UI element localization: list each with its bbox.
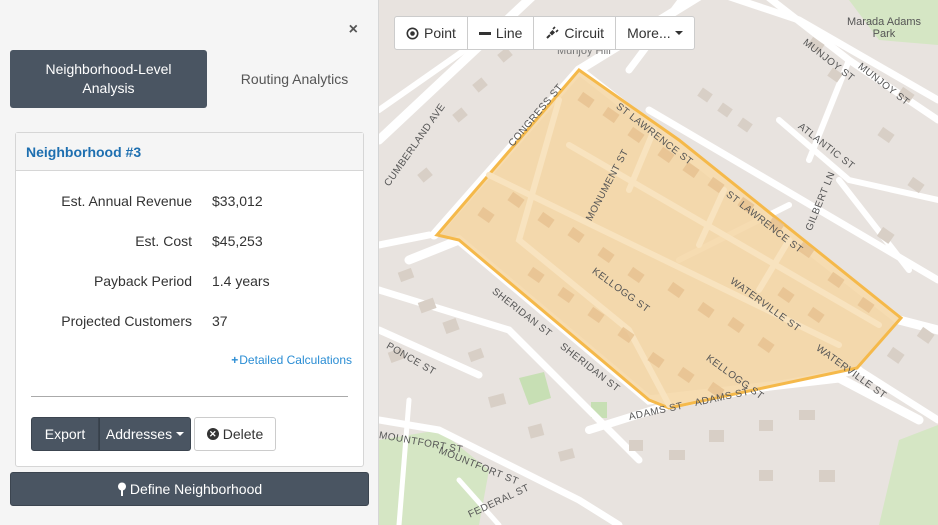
point-tool-button[interactable]: Point [395, 17, 468, 49]
map-draw-toolbar: Point Line Circuit More... [394, 16, 695, 50]
line-tool-button[interactable]: Line [468, 17, 535, 49]
park-patch [519, 372, 551, 405]
stat-value: 37 [212, 313, 228, 329]
dot-circle-icon [406, 27, 419, 40]
stat-label: Projected Customers [61, 313, 192, 329]
point-tool-label: Point [424, 25, 456, 41]
more-tools-label: More... [627, 25, 671, 41]
addresses-dropdown-button[interactable]: Addresses [99, 417, 191, 451]
line-tool-label: Line [495, 25, 523, 41]
define-neighborhood-button[interactable]: Define Neighborhood [10, 472, 369, 506]
sidebar: × Neighborhood-Level Analysis Routing An… [0, 0, 379, 525]
remove-circle-icon: ✕ [206, 428, 219, 440]
circuit-tool-label: Circuit [564, 25, 605, 41]
stat-label: Est. Annual Revenue [61, 193, 192, 209]
neighborhood-panel: Neighborhood #3 Est. Annual Revenue $33,… [15, 132, 364, 467]
close-icon[interactable]: × [349, 22, 358, 38]
stat-row-customers: Projected Customers 37 [16, 301, 363, 341]
neighborhood-title[interactable]: Neighborhood #3 [26, 144, 141, 160]
tab-routing-analytics[interactable]: Routing Analytics [217, 50, 372, 108]
analysis-tabs: Neighborhood-Level Analysis Routing Anal… [10, 50, 369, 108]
stat-value: $33,012 [212, 193, 263, 209]
circuit-tool-button[interactable]: Circuit [534, 17, 617, 49]
delete-button[interactable]: ✕ Delete [194, 417, 276, 451]
stat-value: $45,253 [212, 233, 263, 249]
stats-list: Est. Annual Revenue $33,012 Est. Cost $4… [16, 181, 363, 341]
divider [31, 396, 348, 397]
map-marker-icon [117, 482, 127, 496]
export-button[interactable]: Export [31, 417, 99, 451]
stat-row-revenue: Est. Annual Revenue $33,012 [16, 181, 363, 221]
minus-icon [478, 27, 491, 39]
tab-neighborhood-level-analysis[interactable]: Neighborhood-Level Analysis [10, 50, 207, 108]
export-button-group: Export Addresses [31, 417, 191, 451]
define-neighborhood-label: Define Neighborhood [129, 481, 263, 497]
delete-label: Delete [222, 426, 264, 442]
plus-icon: + [231, 353, 239, 367]
caret-down-icon [176, 432, 185, 436]
detailed-calculations-link[interactable]: +Detailed Calculations [231, 353, 352, 367]
stat-row-payback: Payback Period 1.4 years [16, 261, 363, 301]
map-canvas[interactable]: Marada Adams Park MUNJOY ST MUNJOY ST AT… [379, 0, 938, 525]
stat-label: Payback Period [93, 273, 192, 289]
plug-icon [545, 26, 559, 40]
panel-header: Neighborhood #3 [16, 133, 363, 171]
stat-row-cost: Est. Cost $45,253 [16, 221, 363, 261]
addresses-label: Addresses [105, 426, 173, 442]
park-label-marada-adams: Marada Adams Park [847, 16, 921, 40]
stat-label: Est. Cost [135, 233, 192, 249]
caret-down-icon [674, 31, 683, 35]
park-area-se [879, 425, 938, 525]
stat-value: 1.4 years [212, 273, 270, 289]
more-tools-dropdown[interactable]: More... [616, 17, 694, 49]
detailed-calculations-label: Detailed Calculations [239, 353, 352, 367]
